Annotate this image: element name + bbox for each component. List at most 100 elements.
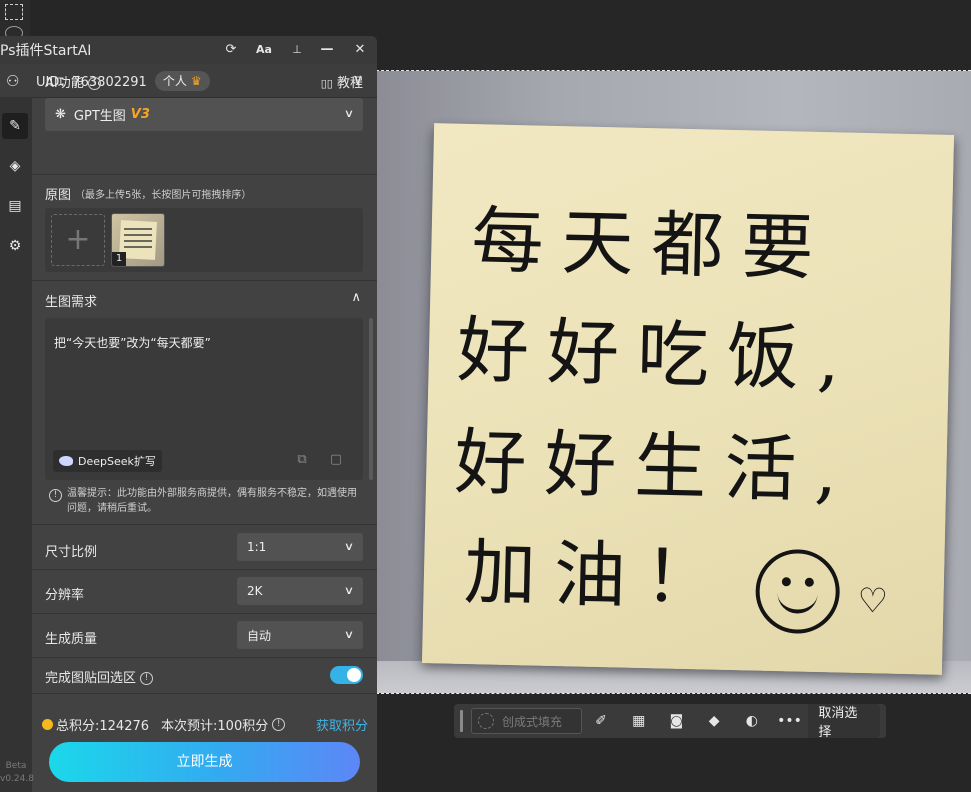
ps-toolbar-top bbox=[0, 0, 30, 40]
generative-fill-icon bbox=[477, 713, 494, 729]
brush-mask-icon[interactable]: ✐ bbox=[582, 713, 620, 729]
generate-button[interactable]: 立即生成 bbox=[49, 742, 360, 782]
total-points: 总积分:124276 bbox=[56, 718, 150, 734]
refresh-icon[interactable]: ⟳ bbox=[221, 40, 241, 60]
minimize-icon[interactable]: — bbox=[317, 40, 337, 60]
resolution-select[interactable]: 2K ∨ bbox=[237, 577, 363, 605]
note-line-2: 好好吃饭, bbox=[456, 307, 859, 401]
tip-text: 温馨提示：此功能由外部服务商提供，偶有服务不稳定，如遇使用问题，请稍后重试。 bbox=[67, 488, 357, 514]
paste-back-label: 完成图贴回选区 bbox=[45, 671, 137, 686]
prompt-textarea[interactable]: 把“今天也要”改为“每天都要” DeepSeek扩写 ⧉ ▢ bbox=[45, 318, 363, 480]
deepseek-expand-button[interactable]: DeepSeek扩写 bbox=[53, 450, 162, 472]
generative-fill-button[interactable]: 创成式填充 bbox=[470, 708, 583, 734]
quality-value: 自动 bbox=[247, 628, 272, 643]
note-line-4: 加油！ bbox=[463, 529, 735, 621]
get-points-link[interactable]: 获取积分 bbox=[316, 715, 368, 734]
prompt-header[interactable]: 生图需求 ∧ bbox=[32, 288, 377, 310]
deselect-button[interactable]: 取消选择 bbox=[808, 704, 881, 740]
marquee-tool-icon[interactable] bbox=[5, 4, 23, 20]
beta-label: Beta bbox=[5, 761, 27, 771]
trash-icon[interactable]: ▢ bbox=[327, 452, 345, 470]
prompt-section-label: 生图需求 bbox=[45, 295, 98, 310]
note-line-1: 每天都要 bbox=[470, 198, 833, 291]
taskbar-drag-handle[interactable] bbox=[460, 710, 463, 732]
chevron-up-icon[interactable]: ∧ bbox=[351, 290, 361, 305]
book-icon: ▯▯ bbox=[320, 77, 333, 90]
thumbnail-index: 1 bbox=[112, 252, 126, 266]
model-name: GPT生图 bbox=[73, 109, 126, 124]
deepseek-label: DeepSeek扩写 bbox=[78, 455, 156, 468]
divider bbox=[32, 280, 377, 281]
document-nav-icon[interactable]: ▤ bbox=[2, 193, 28, 219]
source-image-header: 原图 （最多上传5张，长按图片可拖拽排序） bbox=[32, 182, 377, 203]
estimated-cost: 本次预计:100积分 bbox=[161, 718, 269, 734]
ai-function-header: AI功能! ▯▯ 教程 bbox=[32, 70, 377, 91]
divider bbox=[32, 569, 377, 570]
users-icon: ⚇ bbox=[6, 71, 20, 90]
selection-marquee-bottom bbox=[376, 693, 971, 694]
points-row: 总积分:124276 本次预计:100积分 ! 获取积分 bbox=[42, 714, 372, 734]
paste-back-toggle[interactable] bbox=[330, 666, 363, 684]
divider bbox=[32, 524, 377, 525]
panel-title: Ps插件StartAI bbox=[0, 43, 92, 59]
prompt-template-icon[interactable]: ⧉ bbox=[293, 452, 311, 470]
aspect-ratio-value: 1:1 bbox=[247, 540, 267, 554]
generative-fill-label: 创成式填充 bbox=[501, 714, 562, 729]
plugin-left-rail: ✎ ◈ ▤ ⚙ bbox=[0, 97, 32, 792]
chevron-down-icon: ∨ bbox=[343, 540, 355, 553]
image-thumbnail[interactable]: 1 bbox=[111, 213, 165, 267]
thumbnail-writing bbox=[124, 228, 152, 252]
chevron-down-icon: ∨ bbox=[343, 628, 355, 641]
model-select[interactable]: ❋ GPT生图 V3 ∨ bbox=[45, 98, 363, 131]
smiley-face-drawing bbox=[754, 548, 841, 635]
resolution-value: 2K bbox=[247, 584, 263, 598]
model-icon: ❋ bbox=[55, 107, 66, 122]
more-options-icon[interactable]: ••• bbox=[771, 713, 809, 729]
ai-function-label: AI功能 bbox=[45, 76, 84, 91]
smiley-mouth bbox=[777, 589, 818, 614]
deepseek-whale-icon bbox=[59, 456, 73, 466]
mask-icon[interactable]: ◙ bbox=[658, 713, 696, 729]
font-size-icon[interactable]: Aa bbox=[254, 40, 274, 60]
sticky-note: 每天都要 好好吃饭, 好好生活, 加油！ ♡ bbox=[421, 123, 955, 675]
divider bbox=[32, 613, 377, 614]
info-icon[interactable]: ! bbox=[272, 717, 286, 731]
invert-selection-icon[interactable]: ▦ bbox=[620, 713, 658, 729]
version-info: Beta v0.24.8 bbox=[0, 760, 34, 786]
add-image-button[interactable]: + bbox=[51, 214, 105, 266]
quality-label: 生成质量 bbox=[45, 632, 98, 647]
tutorial-label: 教程 bbox=[336, 76, 363, 91]
heart-drawing: ♡ bbox=[857, 580, 889, 622]
chevron-down-icon: ∨ bbox=[343, 584, 355, 597]
info-icon[interactable]: ! bbox=[140, 672, 154, 685]
info-icon[interactable]: ! bbox=[87, 77, 101, 90]
close-icon[interactable]: ✕ bbox=[350, 40, 370, 60]
coin-icon bbox=[42, 718, 53, 730]
brush-nav-icon[interactable]: ✎ bbox=[2, 113, 28, 139]
divider bbox=[32, 174, 377, 175]
aspect-ratio-select[interactable]: 1:1 ∨ bbox=[237, 533, 363, 561]
settings-gear-icon[interactable]: ⚙ bbox=[2, 233, 28, 259]
panel-titlebar: Ps插件StartAI ⟳ Aa ⊥ — ✕ bbox=[0, 36, 377, 64]
note-line-3: 好好生活, bbox=[453, 419, 857, 513]
quality-select[interactable]: 自动 ∨ bbox=[237, 621, 363, 649]
pin-icon[interactable]: ⊥ bbox=[287, 40, 307, 60]
prompt-text: 把“今天也要”改为“每天都要” bbox=[54, 336, 211, 350]
tutorial-link[interactable]: ▯▯ 教程 bbox=[321, 72, 363, 91]
service-tip: ! 温馨提示：此功能由外部服务商提供，偶有服务不稳定，如遇使用问题，请稍后重试。 bbox=[45, 486, 363, 516]
layers-nav-icon[interactable]: ◈ bbox=[2, 153, 28, 179]
divider bbox=[32, 693, 377, 694]
tip-info-icon: ! bbox=[49, 489, 62, 502]
document-canvas[interactable]: 每天都要 好好吃饭, 好好生活, 加油！ ♡ bbox=[376, 71, 971, 693]
source-image-hint: （最多上传5张，长按图片可拖拽排序） bbox=[75, 190, 252, 201]
prompt-scrollbar[interactable] bbox=[369, 318, 373, 480]
version-label: v0.24.8 bbox=[0, 774, 34, 784]
model-version-badge: V3 bbox=[130, 107, 150, 122]
divider bbox=[32, 657, 377, 658]
contextual-task-bar: 创成式填充 ✐ ▦ ◙ ◆ ◐ ••• 取消选择 bbox=[454, 704, 886, 740]
fill-bucket-icon[interactable]: ◆ bbox=[695, 713, 733, 729]
aspect-ratio-label: 尺寸比例 bbox=[45, 545, 98, 560]
image-upload-area: + 1 bbox=[45, 208, 363, 272]
adjustment-icon[interactable]: ◐ bbox=[733, 713, 771, 729]
resolution-label: 分辨率 bbox=[45, 588, 85, 603]
